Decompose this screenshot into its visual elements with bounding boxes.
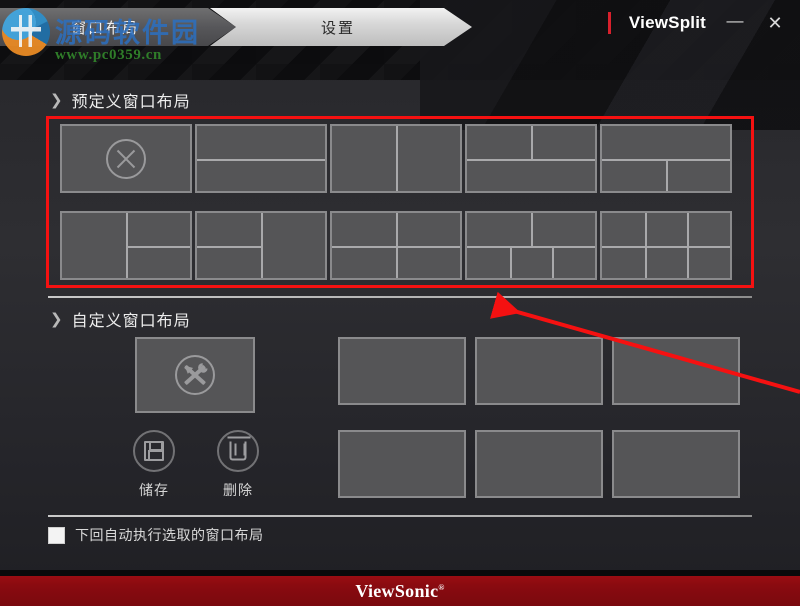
floppy-disk-icon [133, 430, 175, 472]
close-circle-icon [106, 138, 146, 179]
viewsplit-window: 窗口布局 设置 ViewSplit — ✕ 源码软件园 www.pc0359.c… [0, 0, 800, 606]
layout-thumb-top-full-bottom-split[interactable] [600, 124, 732, 193]
predefined-heading-label: 预定义窗口布局 [71, 94, 191, 111]
trademark-symbol: ® [438, 582, 445, 592]
custom-slot[interactable] [475, 337, 603, 405]
auto-apply-label: 下回自动执行选取的窗口布局 [75, 527, 264, 543]
viewsonic-logo-text: ViewSonic [355, 580, 439, 601]
auto-apply-checkbox[interactable] [48, 526, 65, 544]
layout-thumb-top-two-bottom-three[interactable] [465, 211, 597, 280]
watermark-url: www.pc0359.cn [55, 47, 162, 63]
divider-predefined [48, 296, 752, 298]
tools-icon [175, 355, 215, 395]
watermark-text: 源码软件园 [55, 18, 200, 48]
layout-thumb-grid-3x2[interactable] [600, 211, 732, 280]
layout-thumb-left-two-rows-right-full[interactable] [195, 211, 327, 280]
layout-thumb-left-full-right-two-rows[interactable] [60, 211, 192, 280]
footer-bar: ViewSonic® [0, 576, 800, 606]
chevron-right-icon: ❯ [50, 311, 64, 328]
custom-empty-slots [338, 337, 750, 507]
predefined-layout-grid [60, 124, 740, 282]
custom-layout-editor-slot[interactable] [135, 337, 255, 413]
delete-button[interactable]: 删除 [206, 430, 270, 500]
layout-thumb-two-rows[interactable] [195, 124, 327, 193]
layout-thumb-none[interactable] [60, 124, 192, 193]
layout-thumb-grid-2x2[interactable] [330, 211, 462, 280]
brand-accent-bar [607, 12, 611, 34]
layout-thumb-top-split-bottom-full[interactable] [465, 124, 597, 193]
window-controls-group: ViewSplit — ✕ [607, 12, 786, 34]
trash-icon [217, 430, 259, 472]
layout-thumb-two-columns[interactable] [330, 124, 462, 193]
custom-slot[interactable] [338, 430, 466, 498]
minimize-button[interactable]: — [724, 12, 746, 29]
predefined-section-heading[interactable]: ❯ 预定义窗口布局 [50, 88, 191, 112]
save-button-label: 储存 [139, 482, 169, 498]
watermark-logo-icon [2, 8, 50, 56]
auto-apply-option-row[interactable]: 下回自动执行选取的窗口布局 [48, 525, 264, 545]
app-title: ViewSplit [628, 13, 706, 32]
custom-heading-label: 自定义窗口布局 [71, 313, 191, 330]
custom-slot[interactable] [612, 337, 740, 405]
viewsonic-logo: ViewSonic® [355, 581, 444, 602]
tab-settings[interactable]: 设置 [210, 8, 472, 46]
title-bar: 窗口布局 设置 ViewSplit — ✕ 源码软件园 www.pc0359.c… [0, 0, 800, 63]
custom-slot[interactable] [475, 430, 603, 498]
delete-button-label: 删除 [223, 482, 253, 498]
custom-actions: 储存 删除 [60, 430, 280, 508]
custom-slot[interactable] [338, 337, 466, 405]
chevron-right-icon: ❯ [50, 92, 64, 109]
close-button[interactable]: ✕ [764, 14, 786, 32]
custom-section-heading[interactable]: ❯ 自定义窗口布局 [50, 307, 191, 331]
tab-settings-label: 设置 [320, 19, 355, 37]
save-button[interactable]: 储存 [122, 430, 186, 500]
custom-slot[interactable] [612, 430, 740, 498]
divider-custom [48, 515, 752, 517]
